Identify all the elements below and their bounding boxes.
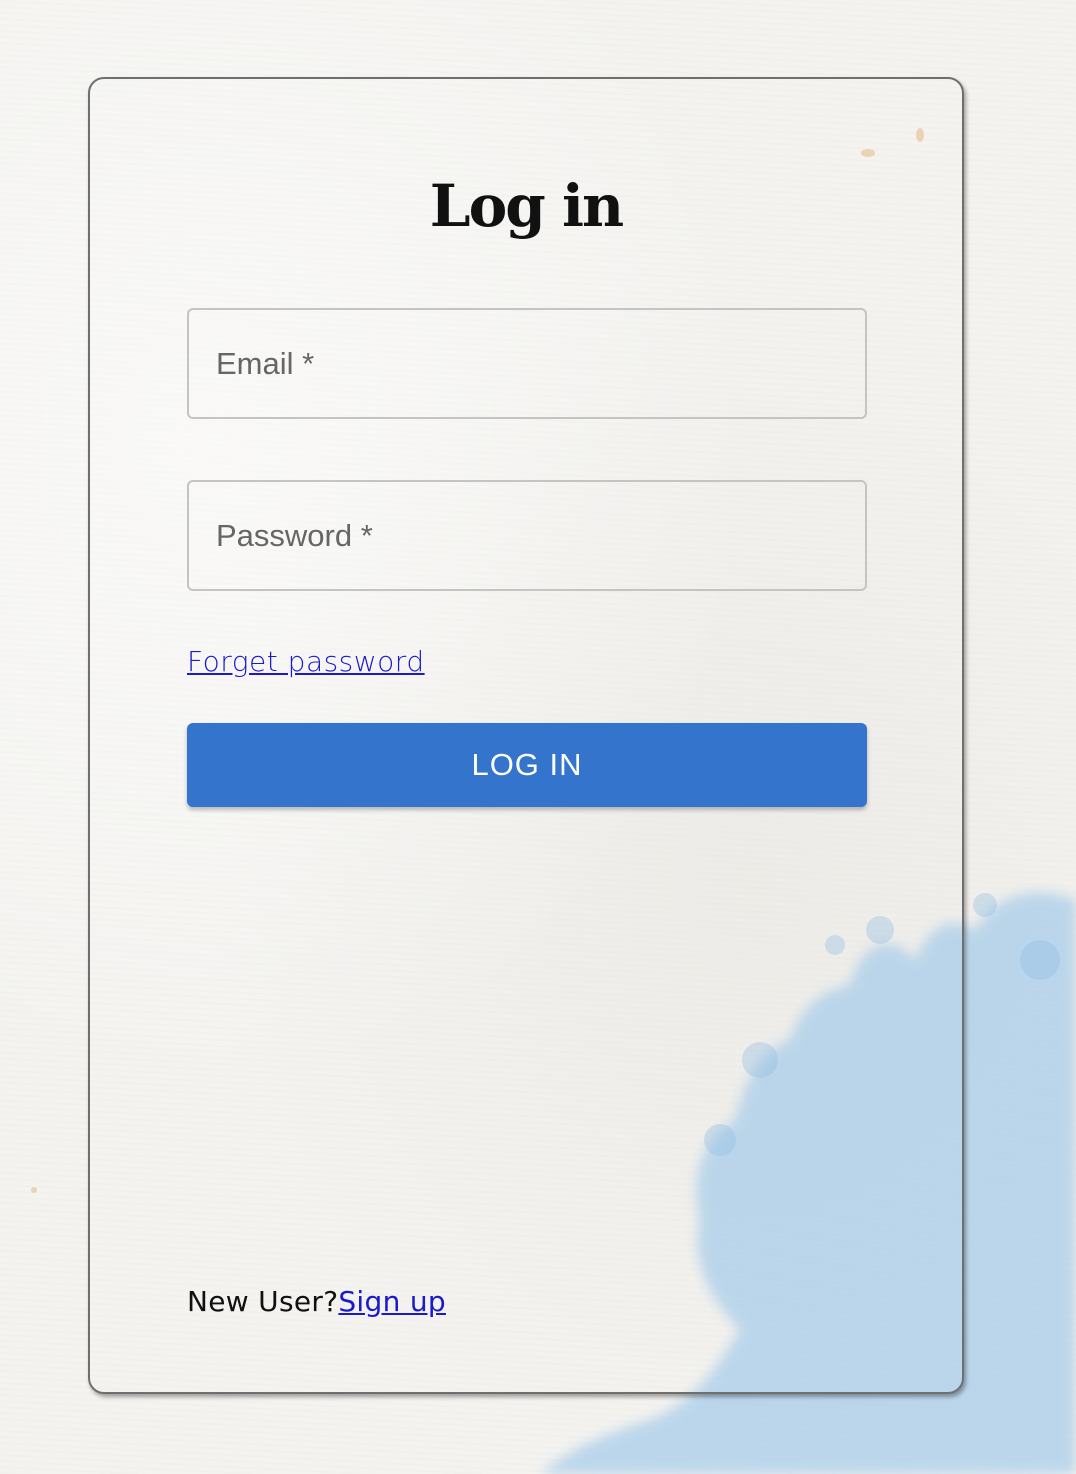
signup-row: New User?Sign up <box>187 1283 446 1321</box>
password-field[interactable]: Password * <box>187 480 867 591</box>
login-button[interactable]: LOG IN <box>187 723 867 807</box>
password-input[interactable] <box>189 482 865 589</box>
email-input[interactable] <box>189 310 865 417</box>
new-user-text: New User? <box>187 1285 339 1318</box>
page-title: Log in <box>429 172 624 240</box>
email-field[interactable]: Email * <box>187 308 867 419</box>
signup-link[interactable]: Sign up <box>338 1285 446 1318</box>
forget-password-link[interactable]: Forget password <box>187 643 425 681</box>
login-card: Log in Email * Password * Forget passwor… <box>88 77 964 1394</box>
